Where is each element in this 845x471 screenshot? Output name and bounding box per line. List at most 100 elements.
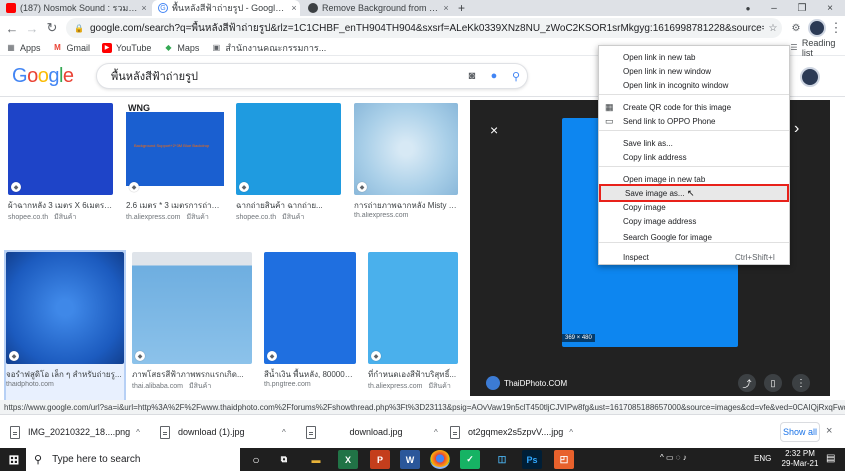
result-caption[interactable]: จอรำฟสูดิโอ เล็ก ๆ สำหรับถ่ายรู... [6, 368, 124, 381]
save-image-as-menu-item[interactable]: Save image as... ↖ [599, 184, 789, 202]
result-caption[interactable]: 2.6 เมตร * 3 เมตรการถ่ายภ... [126, 199, 224, 212]
result-image[interactable] [8, 103, 113, 195]
chevron-up-icon[interactable]: ^ [282, 428, 286, 437]
microphone-icon[interactable]: ● [483, 65, 505, 87]
search-query[interactable]: พื้นหลังสีฟ้าถ่ายรูป [111, 67, 461, 85]
show-all-button[interactable]: Show all [780, 422, 820, 442]
bookmark-maps[interactable]: ◆ Maps [163, 43, 199, 53]
next-image-icon[interactable]: › [794, 120, 799, 138]
context-menu-item[interactable]: Open image in new tab [599, 172, 789, 186]
context-menu-item[interactable]: Open link in new window [599, 64, 789, 78]
result-tile[interactable]: ◆ การถ่ายภาพฉากหลัง Misty สีฟ้... th.aliex… [354, 103, 458, 231]
context-menu-item[interactable]: Open link in incognito window [599, 78, 789, 92]
close-downloads-icon[interactable]: × [826, 425, 832, 437]
bookmark-office[interactable]: ▣ สำนักงานคณะกรรมการ... [211, 41, 327, 55]
address-bar[interactable]: 🔒 google.com/search?q=พื้นหลังสีฟ้าถ่ายร… [66, 18, 782, 38]
tab-close-icon[interactable]: × [138, 3, 150, 13]
tray-icons[interactable]: ^ ▭ ◌ ♪ [660, 453, 687, 462]
camera-icon[interactable]: ◙ [461, 65, 483, 87]
context-menu-item[interactable]: Inspect Ctrl+Shift+I [599, 250, 789, 264]
context-menu-item[interactable]: Copy image [599, 200, 789, 214]
search-icon[interactable]: ⚲ [505, 65, 527, 87]
bookmark-icon[interactable]: ▯ [764, 374, 782, 392]
minimize-button[interactable]: – [760, 0, 788, 16]
photoshop-icon[interactable]: Ps [522, 450, 542, 469]
result-tile[interactable]: ◆ จอรำฟสูดิโอ เล็ก ๆ สำหรับถ่ายรู... thaid… [4, 250, 126, 402]
notification-icon[interactable]: ▤ [826, 453, 835, 464]
tab-close-icon[interactable]: × [440, 3, 452, 13]
download-item[interactable]: IMG_20210322_18....png ^ [10, 421, 140, 443]
context-menu-item[interactable]: Search Google for image [599, 230, 789, 244]
context-menu-item[interactable]: ▭ Send link to OPPO Phone [599, 114, 789, 128]
browser-menu-icon[interactable]: ⋮ [826, 18, 845, 38]
result-tile[interactable]: ◆ สีน้ำเงิน พื้นหลัง, 80000+... th.pngtree… [264, 252, 356, 400]
result-caption[interactable]: การถ่ายภาพฉากหลัง Misty สีฟ้... [354, 199, 458, 212]
chevron-up-icon[interactable]: ^ [434, 428, 438, 437]
bookmark-youtube[interactable]: ▶ YouTube [102, 42, 151, 53]
extensions-icon[interactable]: ⚙ [786, 18, 806, 38]
google-logo[interactable]: Google [12, 65, 74, 88]
share-icon[interactable]: ⤴ [738, 374, 756, 392]
chrome-icon[interactable] [430, 450, 450, 469]
taskbar-clock[interactable]: 2:32 PM 29-Mar-21 [780, 449, 820, 469]
back-button[interactable]: ← [2, 18, 22, 38]
result-tile[interactable]: WNG Background Support+2*3M Blue Backdrop… [126, 103, 224, 231]
reading-list[interactable]: ☰ Reading list [790, 38, 839, 58]
download-item[interactable]: download.jpg ^ [306, 421, 438, 443]
result-image[interactable] [264, 252, 356, 364]
result-caption[interactable]: ฉากถ่ายสินค้า ฉากถ่าย... [236, 199, 341, 212]
bookmark-apps[interactable]: ▦ Apps [6, 43, 40, 53]
context-menu-item[interactable]: Save link as... [599, 136, 789, 150]
result-image[interactable] [368, 252, 458, 364]
forward-button[interactable]: → [22, 18, 42, 38]
excel-icon[interactable]: X [338, 450, 358, 469]
result-caption[interactable]: ผ้าฉากหลัง 3 เมตร X 6เมตร ไ... [8, 199, 113, 212]
file-explorer-icon[interactable]: ▬ [306, 450, 326, 469]
result-image[interactable] [6, 252, 124, 364]
word-icon[interactable]: W [400, 450, 420, 469]
powerpoint-icon[interactable]: P [370, 450, 390, 469]
result-caption[interactable]: ที่กำหนดเองสีฟ้าบริสุทธิ์... [368, 368, 458, 381]
new-tab-button[interactable]: + [454, 0, 472, 16]
result-tile[interactable]: ◆ ที่กำหนดเองสีฟ้าบริสุทธิ์... th.aliexpre… [368, 252, 458, 400]
result-tile[interactable]: ◆ ภาพโสธรสีฟ้าภาพพรกแรกเกิด... thai.alibab… [132, 252, 252, 400]
result-caption[interactable]: ภาพโสธรสีฟ้าภาพพรกแรกเกิด... [132, 368, 252, 381]
tab-remove-background[interactable]: Remove Background from Imag × [302, 0, 452, 16]
chevron-up-icon[interactable]: ^ [136, 428, 140, 437]
tab-google-search[interactable]: G พื้นหลังสีฟ้าถ่ายรูป - Google Search × [152, 0, 300, 16]
capture-app-icon[interactable]: ◰ [554, 450, 574, 469]
language-indicator[interactable]: ENG [754, 454, 771, 463]
tab-search-icon[interactable]: ● [734, 0, 762, 16]
close-preview-icon[interactable]: × [490, 122, 498, 138]
task-view-icon[interactable]: ⧉ [274, 450, 294, 469]
taskbar-search-box[interactable]: ⚲ Type here to search [26, 448, 240, 471]
context-menu-item[interactable]: Open link in new tab [599, 50, 789, 64]
context-menu-item[interactable]: ▦ Create QR code for this image [599, 100, 789, 114]
more-options-icon[interactable]: ⋮ [792, 374, 810, 392]
windows-start-icon[interactable]: ⊞ [4, 450, 24, 469]
preview-site[interactable]: ThaiDPhoto.COM [486, 374, 567, 392]
green-app-icon[interactable]: ✓ [460, 450, 480, 469]
context-menu-item[interactable]: Copy link address [599, 150, 789, 164]
bookmark-gmail[interactable]: M Gmail [53, 43, 90, 53]
profile-avatar[interactable] [808, 19, 826, 37]
google-account-avatar[interactable] [800, 67, 820, 87]
result-tile[interactable]: ◆ ฉากถ่ายสินค้า ฉากถ่าย... shopee.co.th มีส… [236, 103, 341, 231]
close-window-button[interactable]: × [816, 0, 844, 16]
download-item[interactable]: ot2gqmex2s5zpvV....jpg ^ [450, 421, 573, 443]
result-image[interactable] [354, 103, 458, 195]
context-menu-item[interactable]: Copy image address [599, 214, 789, 228]
result-tile[interactable]: ◆ ผ้าฉากหลัง 3 เมตร X 6เมตร ไ... shopee.co… [8, 103, 113, 231]
result-caption[interactable]: สีน้ำเงิน พื้นหลัง, 80000+... [264, 368, 356, 381]
cortana-icon[interactable]: ○ [246, 450, 266, 469]
download-item[interactable]: download (1).jpg ^ [160, 421, 286, 443]
tab-youtube[interactable]: (187) Nosmok Sound : รวมเพลง C × [0, 0, 150, 16]
result-image[interactable] [236, 103, 341, 195]
result-image[interactable] [132, 252, 252, 364]
tab-close-icon[interactable]: × [288, 3, 300, 13]
bookmark-star-icon[interactable]: ☆ [764, 23, 782, 34]
photos-icon[interactable]: ◫ [492, 450, 512, 469]
result-image[interactable]: WNG Background Support+2*3M Blue Backdrop [126, 103, 224, 195]
search-box[interactable]: พื้นหลังสีฟ้าถ่ายรูป ◙ ● ⚲ [96, 63, 528, 89]
reload-button[interactable]: ↻ [42, 18, 62, 38]
